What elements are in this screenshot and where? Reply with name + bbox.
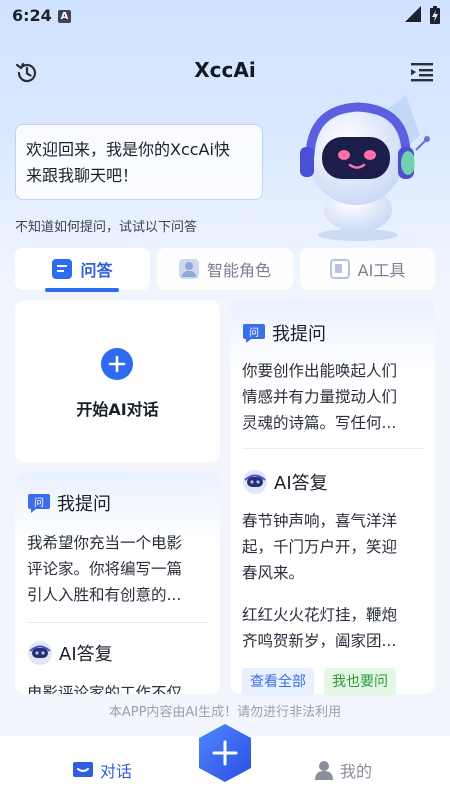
app-title: XccAi	[194, 58, 256, 82]
chat-bubble-icon: 问	[28, 494, 50, 513]
divider	[242, 448, 423, 449]
role-icon	[178, 259, 199, 279]
tab-ai-tools[interactable]: AI工具	[300, 248, 435, 290]
hint-text: 不知道如何提问，试试以下问答	[15, 220, 198, 235]
disclaimer: 本APP内容由AI生成！请勿进行非法利用	[108, 705, 342, 720]
ai-robot-icon	[28, 641, 52, 665]
nav-chat[interactable]: 对话	[72, 758, 132, 782]
welcome-line-2: 来跟我聊天吧！	[26, 166, 139, 185]
tab-ai-tools-label: AI工具	[357, 261, 406, 280]
answer-header: AI答复	[242, 469, 328, 495]
tab-role-label: 智能角色	[206, 261, 271, 280]
tab-qa[interactable]: 问答	[15, 248, 150, 290]
notification-indicator: A	[58, 10, 71, 23]
robot-mascot	[300, 95, 430, 241]
plus-icon	[101, 348, 133, 380]
answer-text: 春节钟声响，喜气洋洋 起，千门万户开，笑迎 春风来。	[242, 512, 398, 582]
ask-title: 我提问	[272, 324, 326, 345]
nav-chat-label: 对话	[100, 762, 133, 781]
tab-role[interactable]: 智能角色	[157, 248, 293, 290]
question-text: 你要创作出能唤起人们 情感并有力量搅动人们 灵魂的诗篇。写任何...	[242, 362, 398, 432]
welcome-line-1: 欢迎回来，我是你的XccAi快	[26, 140, 230, 159]
answer-text: 电影评论家的工作不仅	[27, 684, 183, 694]
ask-header: 问 我提问	[27, 490, 111, 516]
nav-mine[interactable]: 我的	[314, 758, 372, 782]
answer-title: AI答复	[274, 473, 328, 494]
qa-icon	[52, 259, 73, 279]
qa-card[interactable]: 问 我提问 你要创作出能唤起人们 情感并有力量搅动人们 灵魂的诗篇。写任何...…	[230, 300, 435, 694]
menu-icon[interactable]	[410, 61, 434, 83]
tab-active-indicator	[45, 288, 119, 292]
start-chat-card[interactable]: 开始AI对话	[15, 300, 220, 462]
ask-title: 我提问	[57, 494, 111, 515]
divider	[27, 622, 208, 623]
welcome-bubble: 欢迎回来，我是你的XccAi快 来跟我聊天吧！	[15, 124, 263, 200]
qa-card[interactable]: 问 我提问 我希望你充当一个电影 评论家。你将编写一篇 引人入胜和有创意的...…	[15, 472, 220, 694]
ai-robot-icon	[243, 470, 267, 494]
tool-icon	[329, 259, 350, 279]
chat-bubble-icon: 问	[243, 324, 265, 343]
svg-text:问: 问	[249, 326, 259, 339]
question-text: 我希望你充当一个电影 评论家。你将编写一篇 引人入胜和有创意的...	[27, 534, 183, 604]
chat-icon	[73, 762, 93, 777]
start-chat-label: 开始AI对话	[76, 400, 159, 419]
new-chat-fab[interactable]	[196, 722, 254, 784]
svg-text:问: 问	[34, 496, 44, 509]
answer-text-2: 红红火火花灯挂，鞭炮 齐鸣贺新岁，阖家团...	[242, 606, 398, 650]
status-time: 6:24	[12, 6, 52, 25]
answer-title: AI答复	[59, 644, 113, 665]
answer-header: AI答复	[27, 640, 113, 666]
nav-mine-label: 我的	[340, 762, 373, 781]
tab-qa-label: 问答	[80, 261, 113, 280]
view-all-button[interactable]: 查看全部	[242, 668, 314, 696]
user-icon	[315, 761, 333, 780]
ask-too-button[interactable]: 我也要问	[324, 668, 396, 696]
ask-header: 问 我提问	[242, 320, 326, 346]
battery-icon	[430, 6, 440, 24]
signal-icon	[405, 6, 421, 22]
